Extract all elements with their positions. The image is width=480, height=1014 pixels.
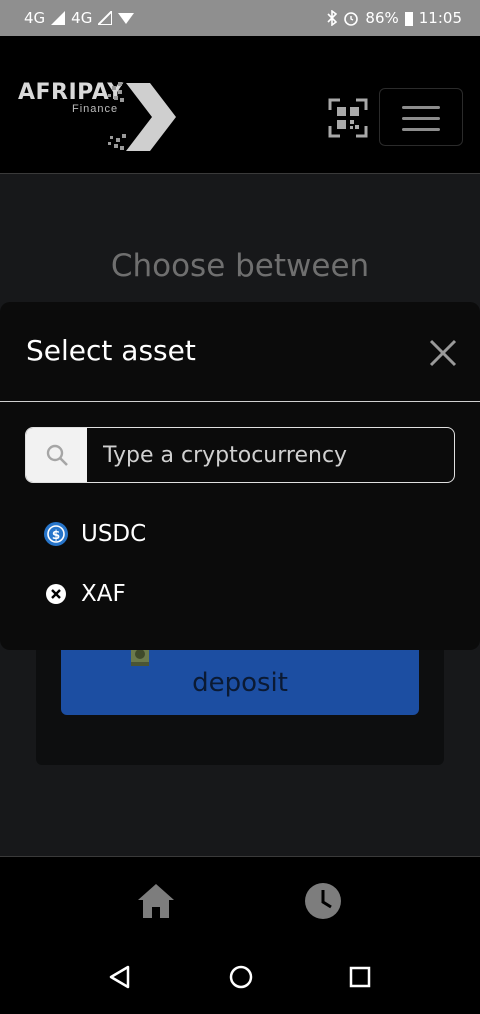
search-box xyxy=(25,427,455,483)
xaf-icon xyxy=(46,584,66,604)
search-icon xyxy=(46,444,68,466)
menu-button[interactable] xyxy=(379,88,463,146)
search-input[interactable] xyxy=(87,428,454,482)
hamburger-icon xyxy=(402,106,440,109)
asset-item-usdc[interactable]: $ USDC xyxy=(43,521,146,547)
network-type-2: 4G xyxy=(71,9,93,27)
modal-title: Select asset xyxy=(26,334,196,367)
qr-scan-icon xyxy=(328,98,368,138)
deposit-button[interactable]: deposit xyxy=(61,640,419,715)
wifi-icon xyxy=(118,13,135,24)
recents-icon[interactable] xyxy=(349,964,371,990)
nav-home[interactable] xyxy=(136,882,176,925)
asset-item-xaf[interactable]: XAF xyxy=(43,581,126,607)
app-header: AFRIPAY Finance xyxy=(0,36,480,174)
qr-scan-button[interactable] xyxy=(328,98,368,138)
search-addon xyxy=(26,428,87,482)
status-bar: 4G 4G 86% 11:05 xyxy=(0,0,480,36)
alarm-icon xyxy=(344,12,359,26)
home-circle-icon[interactable] xyxy=(228,964,254,990)
status-right: 86% 11:05 xyxy=(327,9,462,27)
deposit-label: deposit xyxy=(192,668,288,698)
asset-label: XAF xyxy=(81,581,126,607)
back-icon[interactable] xyxy=(108,964,132,990)
svg-text:$: $ xyxy=(52,528,60,542)
page-heading: Choose between xyxy=(110,248,370,284)
asset-label: USDC xyxy=(81,521,147,547)
battery-icon xyxy=(404,11,413,26)
usdc-icon: $ xyxy=(44,522,68,546)
bluetooth-icon xyxy=(327,10,338,26)
network-type-1: 4G xyxy=(24,9,46,27)
select-asset-modal: Select asset $ USDC X xyxy=(0,302,480,650)
logo-arrow-icon xyxy=(108,82,176,151)
home-icon xyxy=(138,884,174,918)
afripay-logo[interactable]: AFRIPAY Finance xyxy=(18,80,176,151)
system-nav-bar xyxy=(0,944,480,1014)
bottom-nav xyxy=(0,856,480,944)
signal-icon xyxy=(51,11,66,25)
modal-header: Select asset xyxy=(0,302,480,402)
battery-percent: 86% xyxy=(365,9,399,27)
status-left: 4G 4G xyxy=(24,9,135,27)
close-icon xyxy=(429,339,457,367)
signal-icon xyxy=(98,11,113,25)
clock: 11:05 xyxy=(418,9,462,27)
history-icon xyxy=(305,883,341,919)
nav-history[interactable] xyxy=(304,882,342,925)
close-button[interactable] xyxy=(428,338,458,368)
